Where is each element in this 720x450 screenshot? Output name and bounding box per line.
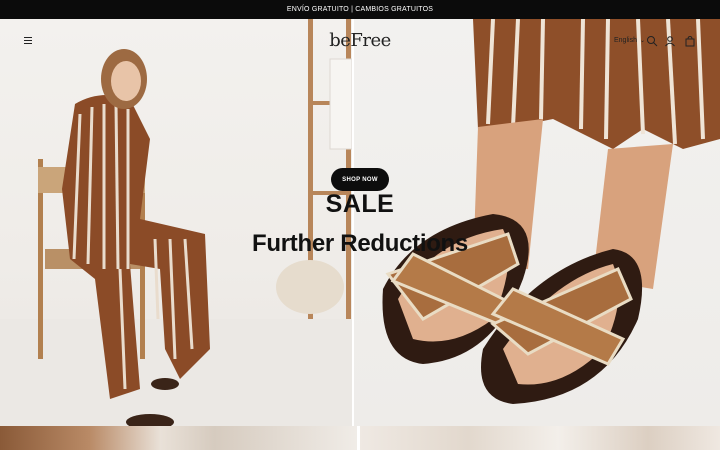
hero-title: SALE xyxy=(325,190,395,218)
sandals-illustration xyxy=(382,19,720,404)
language-label: English xyxy=(614,37,637,44)
shop-now-button[interactable]: SHOP NOW xyxy=(331,168,389,191)
announcement-bar: ENVÍO GRATUITO | CAMBIOS GRATUITOS xyxy=(0,0,720,19)
chevron-down-icon: ⌄ xyxy=(639,38,645,44)
brand-logo[interactable]: beFree xyxy=(310,30,410,51)
hero-subtitle: Further Reductions xyxy=(252,230,468,257)
search-icon[interactable] xyxy=(646,34,658,47)
language-selector[interactable]: English ⌄ xyxy=(614,37,645,44)
hero-image-sandals[interactable] xyxy=(353,19,720,426)
site-header: beFree English ⌄ xyxy=(0,19,720,63)
model-illustration xyxy=(0,19,353,426)
collection-tile-right[interactable] xyxy=(360,426,720,450)
account-icon[interactable] xyxy=(664,34,676,47)
cart-icon[interactable] xyxy=(684,34,696,47)
hero-image-model[interactable] xyxy=(0,19,353,426)
menu-icon[interactable] xyxy=(24,32,40,48)
hero-banner[interactable] xyxy=(0,19,720,426)
hero-divider xyxy=(352,19,354,426)
collection-tile-left[interactable] xyxy=(0,426,357,450)
announcement-text: ENVÍO GRATUITO | CAMBIOS GRATUITOS xyxy=(286,6,434,13)
